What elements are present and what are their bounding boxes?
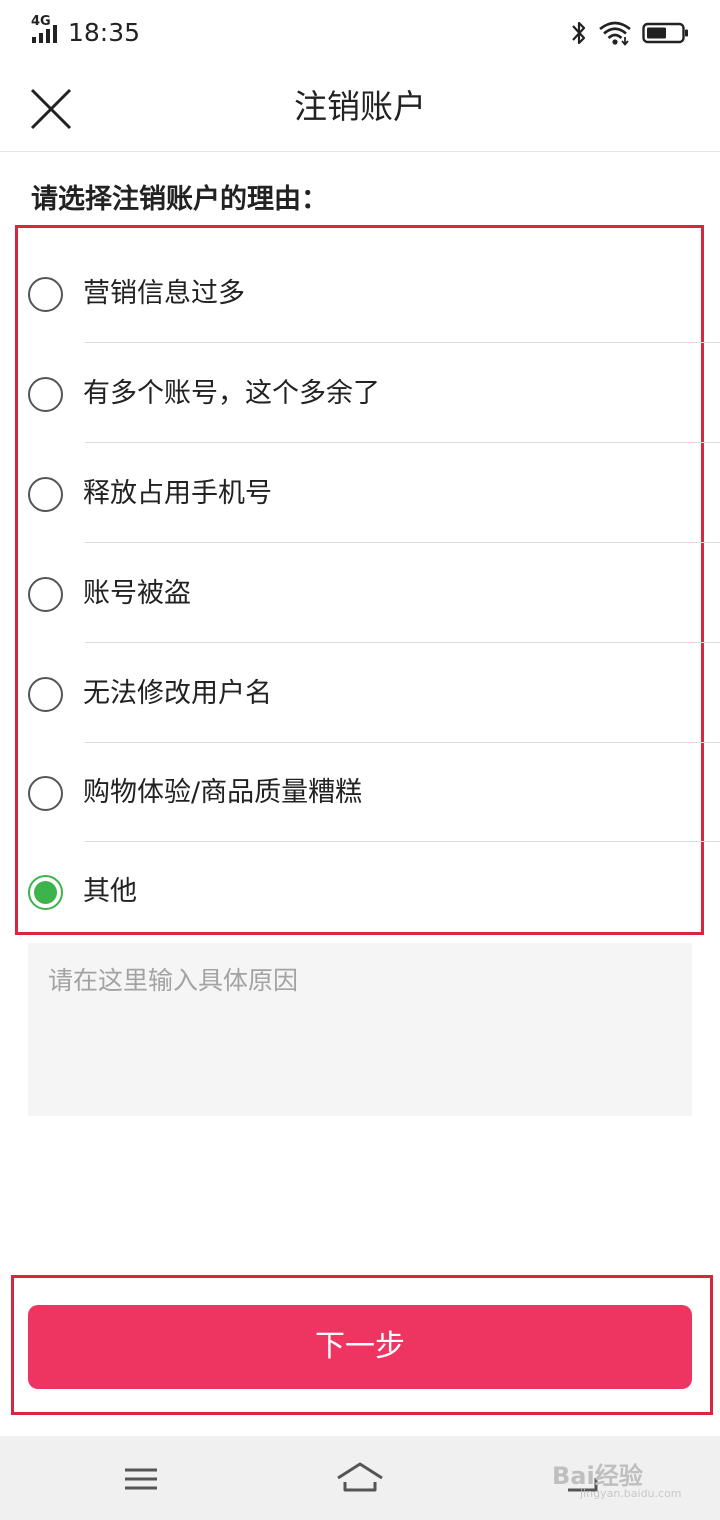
radio-button[interactable] xyxy=(28,277,63,312)
option-label: 其他 xyxy=(83,876,137,907)
reason-option-marketing[interactable]: 营销信息过多 xyxy=(15,243,720,343)
nav-home-button[interactable] xyxy=(330,1456,390,1502)
reason-option-release-phone[interactable]: 释放占用手机号 xyxy=(15,443,720,543)
watermark-logo: Bai经验 xyxy=(552,1462,643,1490)
watermark-url: jingyan.baidu.com xyxy=(580,1487,682,1500)
option-label: 账号被盗 xyxy=(83,578,191,609)
wifi-icon xyxy=(599,21,631,46)
clock: 18:35 xyxy=(68,18,141,47)
radio-button[interactable] xyxy=(28,377,63,412)
reason-option-other[interactable]: 其他 xyxy=(15,841,720,931)
bluetooth-icon xyxy=(572,21,586,45)
radio-button[interactable] xyxy=(28,477,63,512)
battery-icon xyxy=(642,22,688,44)
home-icon xyxy=(337,1462,383,1492)
option-label: 营销信息过多 xyxy=(83,278,245,309)
option-label: 释放占用手机号 xyxy=(83,478,272,509)
radio-button[interactable] xyxy=(28,677,63,712)
status-bar: 4G 18:35 xyxy=(0,0,720,66)
header: 注销账户 xyxy=(0,66,720,152)
section-title: 请选择注销账户的理由： xyxy=(31,184,328,215)
radio-button[interactable] xyxy=(28,776,63,811)
signal-icon xyxy=(32,25,57,43)
reason-option-bad-experience[interactable]: 购物体验/商品质量糟糕 xyxy=(15,742,720,842)
status-icons xyxy=(570,18,690,48)
page-title: 注销账户 xyxy=(294,87,426,126)
nav-menu-button[interactable] xyxy=(111,1456,171,1502)
reason-input[interactable] xyxy=(28,943,692,1116)
option-label: 购物体验/商品质量糟糕 xyxy=(83,777,363,808)
reason-option-cannot-rename[interactable]: 无法修改用户名 xyxy=(15,643,720,743)
menu-icon xyxy=(125,1468,157,1490)
reason-option-account-stolen[interactable]: 账号被盗 xyxy=(15,543,720,643)
option-label: 无法修改用户名 xyxy=(83,678,272,709)
option-label: 有多个账号，这个多余了 xyxy=(83,378,380,409)
network-indicator: 4G xyxy=(31,15,65,45)
radio-button[interactable] xyxy=(28,577,63,612)
next-button[interactable]: 下一步 xyxy=(28,1305,692,1389)
radio-button-selected[interactable] xyxy=(28,875,63,910)
reason-option-multiple-accounts[interactable]: 有多个账号，这个多余了 xyxy=(15,343,720,443)
